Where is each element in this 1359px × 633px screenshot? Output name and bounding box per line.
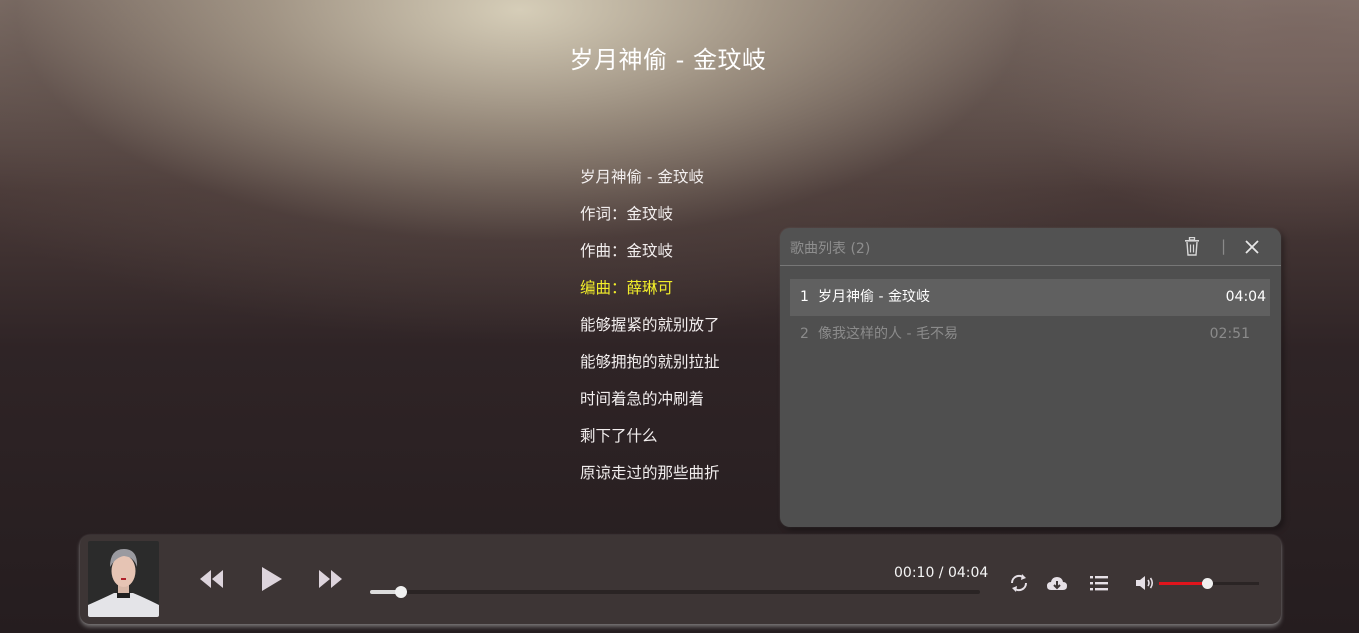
loop-icon [1010,574,1028,592]
song-name: 像我这样的人 - 毛不易 [818,326,958,342]
playlist-panel: 歌曲列表 (2) | 1 岁月神偷 - 金玟岐 04:04 2 像我这样的人 -… [780,228,1281,527]
lyric-line-active: 编曲：薛琳可 [580,279,674,297]
lyric-line: 时间着急的冲刷着 [580,390,705,408]
list-icon [1090,576,1108,591]
page-title: 岁月神偷 - 金玟岐 [569,46,767,74]
song-duration: 04:04 [1225,289,1266,305]
lyrics-panel: 岁月神偷 - 金玟岐 作词：金玟岐 作曲：金玟岐 编曲：薛琳可 能够握紧的就别放… [580,167,780,500]
album-cover[interactable] [88,541,159,617]
lyric-line: 原谅走过的那些曲折 [580,464,720,482]
volume-slider[interactable] [1159,578,1259,589]
download-button[interactable] [1046,575,1068,593]
volume-icon [1136,576,1154,590]
volume-handle[interactable] [1202,578,1213,589]
next-icon [319,570,342,588]
lyric-line: 剩下了什么 [580,427,658,445]
progress-bar[interactable] [370,586,980,598]
lyric-line: 能够拥抱的就别拉扯 [580,353,720,371]
play-icon [262,567,282,591]
close-playlist-button[interactable] [1244,239,1260,255]
playlist-title: 歌曲列表 (2) [790,241,871,257]
song-duration: 02:51 [1209,326,1250,342]
close-icon [1245,240,1259,254]
header-divider: | [1221,237,1227,255]
album-cover-image [88,541,159,617]
progress-handle[interactable] [394,586,407,598]
clear-playlist-button[interactable] [1184,236,1200,256]
volume-fill [1159,582,1207,585]
time-display: 00:10 / 04:04 [894,565,989,581]
playlist-header: 歌曲列表 (2) | [780,228,1281,266]
song-index: 2 [800,326,809,342]
lyric-line: 岁月神偷 - 金玟岐 [580,168,704,186]
playlist-toggle-button[interactable] [1089,574,1109,592]
play-button[interactable] [260,565,284,593]
song-row[interactable]: 2 像我这样的人 - 毛不易 02:51 [790,316,1270,353]
player-bar: 00:10 / 04:04 [80,535,1281,624]
lyric-line: 作词：金玟岐 [580,205,674,223]
loop-button[interactable] [1008,572,1030,594]
volume-button[interactable] [1135,575,1155,591]
next-button[interactable] [316,568,344,590]
song-name: 岁月神偷 - 金玟岐 [818,289,930,305]
cloud-download-icon [1047,577,1067,590]
song-list: 1 岁月神偷 - 金玟岐 04:04 2 像我这样的人 - 毛不易 02:51 [790,279,1270,353]
lyric-line: 能够握紧的就别放了 [580,316,720,334]
lyric-line: 作曲：金玟岐 [580,242,674,260]
prev-button[interactable] [198,568,226,590]
song-index: 1 [800,289,809,305]
trash-icon [1185,236,1199,256]
prev-icon [200,570,223,588]
song-row-current[interactable]: 1 岁月神偷 - 金玟岐 04:04 [790,279,1270,316]
